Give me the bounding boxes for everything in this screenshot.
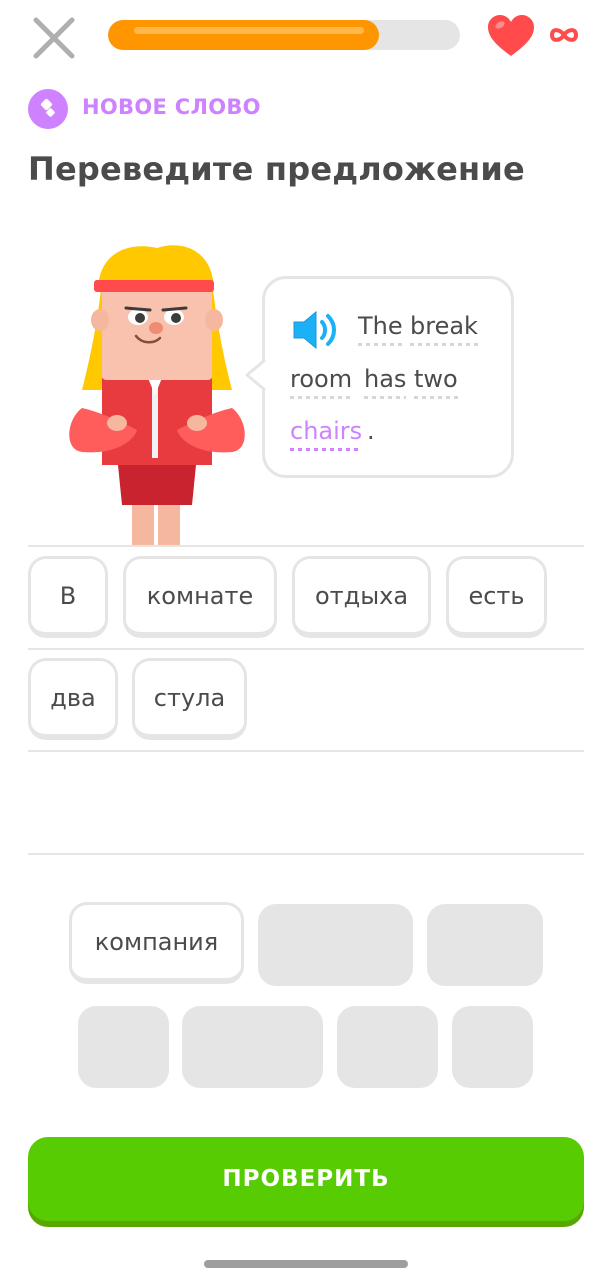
check-button[interactable]: ПРОВЕРИТЬ bbox=[28, 1137, 584, 1221]
word-bank-empty-slot bbox=[182, 1006, 323, 1088]
answer-line bbox=[28, 750, 584, 752]
progress-bar-fill bbox=[108, 20, 380, 50]
word-bank-empty-slot bbox=[78, 1006, 169, 1088]
answer-tile[interactable]: отдыха bbox=[292, 556, 431, 638]
speaker-icon[interactable] bbox=[290, 308, 342, 352]
speech-bubble-tail bbox=[245, 360, 268, 390]
word-bank-tile[interactable]: компания bbox=[69, 902, 244, 984]
prompt-word[interactable]: The bbox=[358, 312, 403, 346]
answer-line bbox=[28, 853, 584, 855]
answer-tile[interactable]: два bbox=[28, 658, 118, 740]
prompt-punctuation: . bbox=[367, 417, 375, 445]
page-title: Переведите предложение bbox=[28, 150, 525, 188]
new-word-badge: НОВОЕ СЛОВО bbox=[82, 95, 261, 119]
answer-line bbox=[28, 545, 584, 547]
infinity-icon bbox=[549, 28, 579, 42]
answer-tile[interactable]: стула bbox=[132, 658, 247, 740]
progress-bar-highlight bbox=[134, 27, 365, 34]
prompt-word[interactable]: has bbox=[364, 365, 407, 399]
new-word-icon bbox=[28, 89, 68, 129]
prompt-word[interactable]: room bbox=[290, 365, 353, 399]
answer-line bbox=[28, 648, 584, 650]
answer-tile[interactable]: есть bbox=[446, 556, 547, 638]
word-bank-empty-slot bbox=[337, 1006, 438, 1088]
word-bank-empty-slot bbox=[427, 904, 543, 986]
prompt-new-word[interactable]: chairs bbox=[290, 417, 363, 451]
word-bank-empty-slot bbox=[258, 904, 413, 986]
close-icon[interactable] bbox=[30, 14, 78, 62]
heart-icon[interactable] bbox=[486, 14, 536, 58]
prompt-word[interactable]: break bbox=[410, 312, 478, 346]
home-indicator[interactable] bbox=[204, 1260, 408, 1268]
answer-tile[interactable]: комнате bbox=[123, 556, 277, 638]
character-illustration bbox=[69, 245, 245, 545]
word-bank-empty-slot bbox=[452, 1006, 533, 1088]
answer-tile[interactable]: В bbox=[28, 556, 108, 638]
prompt-word[interactable]: two bbox=[414, 365, 458, 399]
lesson-progress-bar bbox=[108, 20, 460, 50]
